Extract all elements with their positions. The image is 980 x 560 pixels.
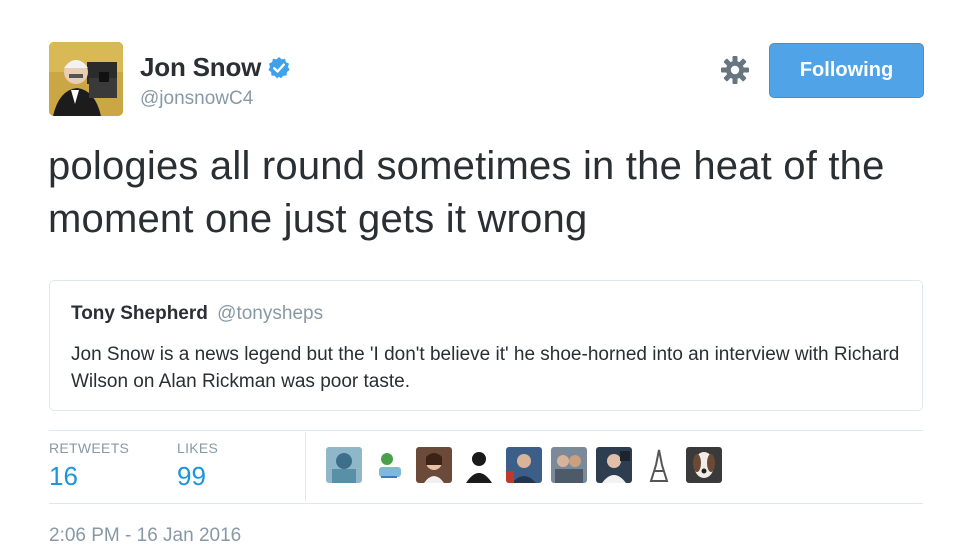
tweet-text: pologies all round sometimes in the heat…	[48, 144, 885, 241]
tweet-timestamp[interactable]: 2:06 PM - 16 Jan 2016	[49, 525, 241, 547]
following-button[interactable]: Following	[769, 43, 924, 98]
quoted-tweet-header: Tony Shepherd @tonysheps	[71, 303, 323, 325]
likes-label[interactable]: LIKES	[177, 440, 218, 456]
gear-icon[interactable]	[720, 55, 750, 85]
quoted-tweet-text: Jon Snow is a news legend but the 'I don…	[71, 344, 900, 392]
likes-count[interactable]: 99	[177, 461, 206, 492]
quoted-tweet[interactable]: Tony Shepherd @tonysheps Jon Snow is a n…	[49, 280, 923, 411]
retweets-label[interactable]: RETWEETS	[49, 440, 129, 456]
liker-avatar[interactable]	[326, 447, 362, 483]
author-avatar[interactable]	[49, 42, 123, 116]
liker-avatar[interactable]	[506, 447, 542, 483]
liker-avatar[interactable]	[416, 447, 452, 483]
liker-avatar[interactable]	[596, 447, 632, 483]
liker-avatars	[326, 447, 731, 483]
retweets-count[interactable]: 16	[49, 461, 78, 492]
liker-avatar[interactable]	[371, 447, 407, 483]
quoted-author-name: Tony Shepherd	[71, 303, 208, 324]
author-name[interactable]: Jon Snow	[140, 52, 261, 83]
verified-badge-icon	[267, 56, 291, 80]
quoted-author-handle: @tonysheps	[217, 303, 324, 324]
liker-avatar[interactable]	[686, 447, 722, 483]
author-handle[interactable]: @jonsnowC4	[140, 88, 253, 110]
liker-avatar[interactable]	[461, 447, 497, 483]
stats-divider-bottom	[49, 503, 923, 504]
liker-avatar[interactable]	[551, 447, 587, 483]
stats-divider-top	[49, 430, 923, 431]
liker-avatar[interactable]	[641, 447, 677, 483]
author-name-row[interactable]: Jon Snow	[140, 52, 291, 83]
stats-divider-vertical	[305, 432, 306, 501]
